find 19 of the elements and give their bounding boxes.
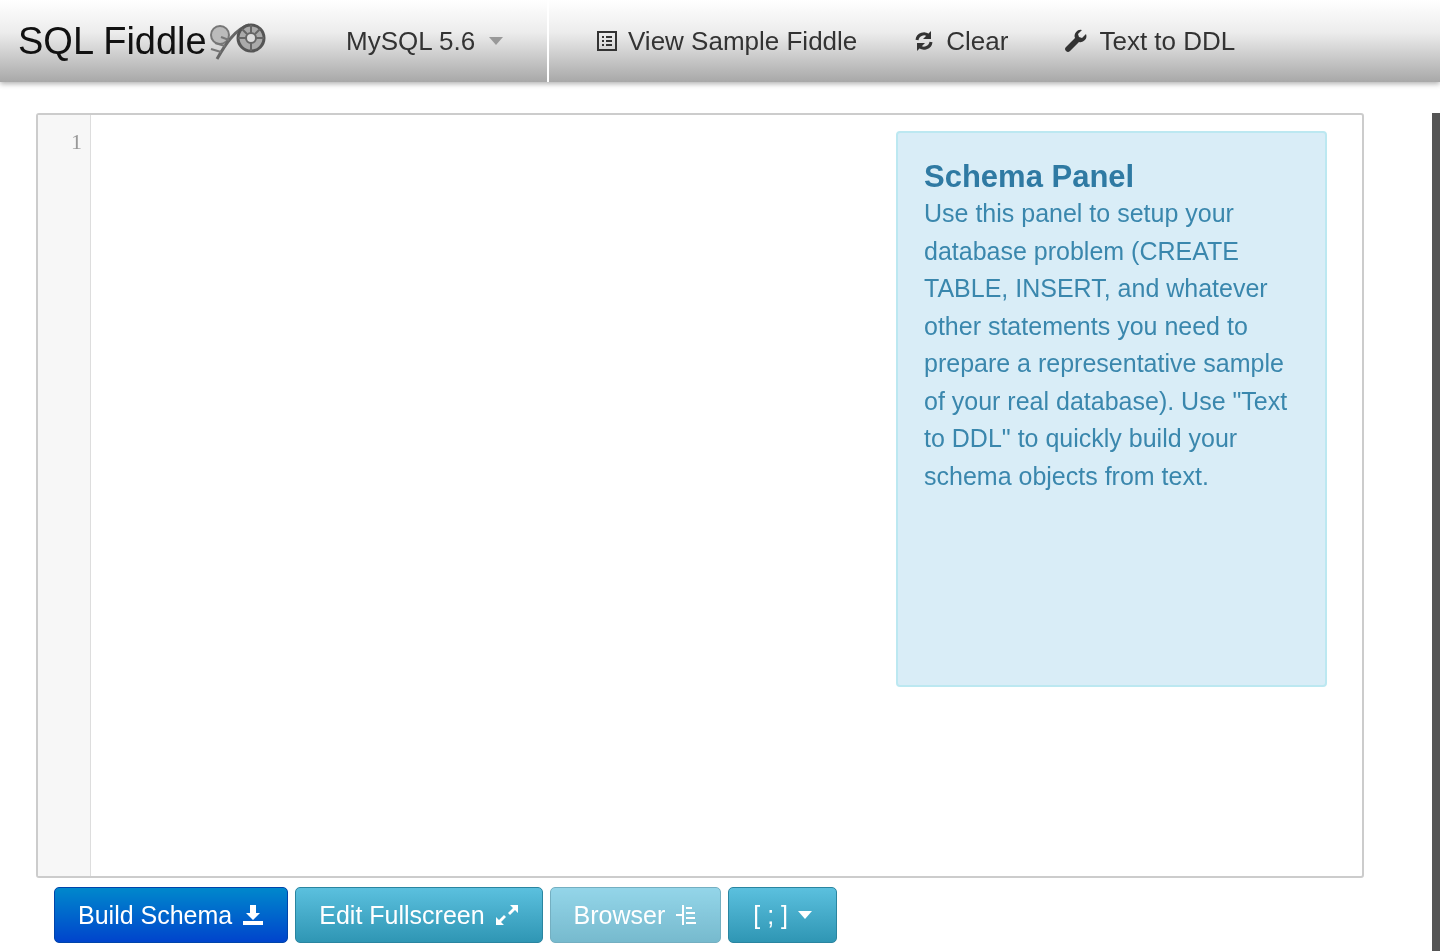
scrollbar[interactable] (1432, 113, 1440, 951)
menu-link[interactable]: Text to DDL (1064, 25, 1236, 57)
menu-link[interactable]: Clear (913, 25, 1009, 57)
action-button[interactable]: Build Schema (54, 887, 289, 943)
tree-icon (675, 904, 698, 926)
database-selector[interactable]: MySQL 5.6 (298, 0, 549, 82)
line-number: 1 (70, 129, 82, 155)
wrench-icon (1064, 29, 1089, 53)
brand-title[interactable]: SQL Fiddle (18, 19, 207, 63)
expand-icon (494, 904, 519, 926)
panel-title: Schema Panel (924, 159, 1136, 195)
panel-text: Use this panel to setup your database problem (CREATE TABLE, INSERT, and whatever other statements you need to prepare a representative sample of your real database). Use "Text to DDL" to quickly build your schema objects from text. (924, 198, 1289, 492)
caret-icon (489, 37, 504, 45)
database-label: MySQL 5.6 (346, 25, 476, 57)
download-icon (242, 904, 265, 926)
list-icon (597, 31, 617, 51)
menu-link[interactable]: View Sample Fiddle (597, 25, 858, 57)
caret-icon (798, 911, 813, 919)
code-editor[interactable] (36, 113, 1364, 878)
